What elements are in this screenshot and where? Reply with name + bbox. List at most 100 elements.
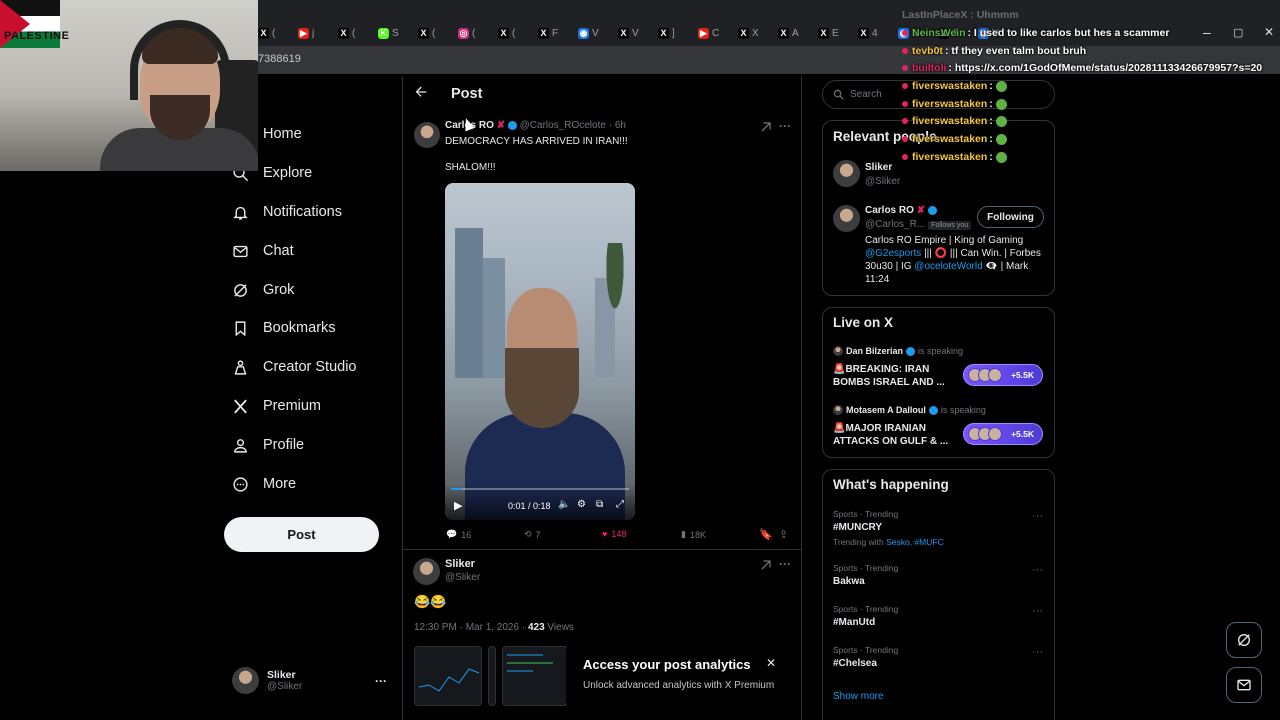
divider — [403, 549, 801, 550]
browser-tab[interactable]: ◉V — [578, 24, 614, 42]
view-count[interactable]: ▮ 18K — [681, 529, 706, 540]
nav-item-chat[interactable]: Chat — [232, 239, 294, 263]
bio-link[interactable]: @oceloteWorld — [914, 261, 982, 272]
close-icon[interactable]: ✕ — [766, 656, 776, 670]
browser-tab[interactable]: X( — [338, 24, 374, 42]
browser-tab[interactable]: ◎( — [458, 24, 494, 42]
verified-icon — [507, 120, 517, 130]
browser-tab[interactable]: XV — [618, 24, 654, 42]
nav-item-more[interactable]: More — [232, 472, 296, 496]
like-count-value: 148 — [611, 529, 627, 539]
live-listeners-pill[interactable]: +5.5K — [963, 423, 1043, 445]
nav-item-creator-studio[interactable]: Creator Studio — [232, 355, 357, 379]
share-icon[interactable]: ⇪ — [779, 528, 788, 541]
show-more-link[interactable]: Show more — [833, 691, 884, 702]
fullscreen-icon[interactable]: ⤢ — [616, 499, 624, 510]
trend-name[interactable]: Bakwa — [833, 576, 865, 587]
more-options-icon[interactable]: ··· — [1032, 646, 1043, 658]
person-handle[interactable]: @Carlos_R... — [865, 219, 925, 230]
play-icon[interactable]: ▶ — [454, 499, 462, 512]
more-options-icon[interactable]: ··· — [779, 119, 791, 133]
messages-fab[interactable] — [1226, 667, 1262, 703]
more-options-icon[interactable]: ··· — [1032, 564, 1043, 576]
video-player[interactable]: ▶ 0:01 / 0:18 🔈 ⚙ ⧉ ⤢ — [445, 183, 635, 520]
chat-username: builtoli — [912, 62, 947, 74]
reply-count[interactable]: 💬 16 — [446, 529, 471, 540]
following-button[interactable]: Following — [977, 206, 1044, 228]
volume-icon[interactable]: 🔈 — [558, 499, 570, 510]
nav-item-grok[interactable]: Grok — [232, 278, 294, 302]
x-icon: X — [778, 27, 789, 39]
person-name[interactable]: Carlos RO — [865, 205, 914, 216]
grok-icon[interactable] — [760, 121, 772, 133]
reply-author-avatar[interactable] — [413, 558, 440, 585]
settings-icon[interactable]: ⚙ — [577, 499, 586, 510]
chat-username: fiverswastaken — [912, 98, 988, 110]
browser-tab[interactable]: KS — [378, 24, 414, 42]
browser-tab[interactable]: X( — [418, 24, 454, 42]
account-more-icon[interactable]: ··· — [375, 674, 387, 688]
person-handle[interactable]: @Sliker — [865, 176, 900, 187]
more-options-icon[interactable]: ··· — [1032, 605, 1043, 617]
pip-icon[interactable]: ⧉ — [596, 499, 603, 510]
person-avatar[interactable] — [833, 160, 860, 187]
live-space-title[interactable]: 🚨MAJOR IRANIAN ATTACKS ON GULF & ... — [833, 422, 953, 448]
reply-author-name[interactable]: Sliker — [445, 558, 475, 570]
browser-tab[interactable]: XE — [818, 24, 854, 42]
trend-name[interactable]: #MUNCRY — [833, 522, 882, 533]
nav-item-premium[interactable]: Premium — [232, 394, 321, 418]
bio-link[interactable]: @G2esports — [865, 248, 921, 259]
browser-tab[interactable]: X( — [258, 24, 294, 42]
post-button[interactable]: Post — [224, 517, 379, 552]
minimize-button[interactable]: – — [1203, 24, 1211, 40]
account-switcher[interactable]: Sliker @Sliker — [232, 667, 302, 694]
nav-item-label: Profile — [263, 437, 305, 453]
browser-tab[interactable]: X( — [498, 24, 534, 42]
live-listeners-pill[interactable]: +5.5K — [963, 364, 1043, 386]
grok-fab[interactable] — [1226, 622, 1262, 658]
back-arrow-icon[interactable] — [413, 84, 429, 100]
maximize-button[interactable]: ▢ — [1233, 26, 1243, 39]
browser-tab[interactable]: ▶ C — [698, 24, 734, 42]
grok-icon — [1238, 634, 1250, 646]
badge-icon — [902, 118, 908, 125]
trend-name[interactable]: #ManUtd — [833, 617, 875, 628]
url-text[interactable]: 7388619 — [258, 53, 301, 65]
browser-tab[interactable]: ▶ j — [298, 24, 334, 42]
video-progress-bar[interactable] — [451, 488, 629, 490]
like-count[interactable]: ♥ 148 — [602, 529, 626, 539]
analytics-promo[interactable] — [566, 645, 792, 707]
browser-tab[interactable]: X] — [658, 24, 694, 42]
repost-count[interactable]: ⟲ 7 — [524, 529, 541, 540]
quoted-time[interactable]: · 6h — [609, 120, 626, 131]
grok-icon — [234, 283, 247, 297]
trend-name[interactable]: #Chelsea — [833, 658, 877, 669]
live-space-title[interactable]: 🚨BREAKING: IRAN BOMBS ISRAEL AND ... — [833, 363, 953, 389]
close-window-button[interactable]: ✕ — [1264, 25, 1274, 39]
browser-tab[interactable]: XX — [738, 24, 774, 42]
more-options-icon[interactable]: ··· — [1032, 510, 1043, 522]
person-avatar[interactable] — [833, 205, 860, 232]
nav-item-bookmarks[interactable]: Bookmarks — [232, 316, 336, 340]
chat-message: fiverswastaken: — [902, 98, 1007, 110]
chat-username: fiverswastaken — [912, 151, 988, 163]
tab-title: S — [392, 27, 399, 39]
reply-author-handle[interactable]: @Sliker — [445, 572, 480, 583]
reply-timestamp[interactable]: 12:30 PM · Mar 1, 2026 · — [414, 622, 528, 633]
quoted-author-handle[interactable]: @Carlos_ROcelote — [520, 120, 606, 131]
trend-with-links[interactable]: Sesko, #MUFC — [886, 537, 944, 547]
person-name[interactable]: Sliker — [865, 162, 892, 173]
person-name-row[interactable]: Carlos RO ✘ — [865, 205, 937, 216]
more-options-icon[interactable]: ··· — [779, 557, 791, 571]
nav-item-notifications[interactable]: Notifications — [232, 200, 342, 224]
quoted-author-avatar[interactable] — [414, 122, 440, 148]
browser-tab[interactable]: X4 — [858, 24, 894, 42]
browser-tab[interactable]: XA — [778, 24, 814, 42]
nav-item-label: Explore — [263, 165, 313, 181]
tab-title: V — [592, 27, 599, 39]
nav-item-profile[interactable]: Profile — [232, 433, 304, 457]
bookmark-icon[interactable]: 🔖 — [759, 528, 773, 541]
grok-icon[interactable] — [760, 559, 772, 571]
browser-tab[interactable]: XF — [538, 24, 574, 42]
trend-category: Sports · Trending — [833, 509, 899, 519]
